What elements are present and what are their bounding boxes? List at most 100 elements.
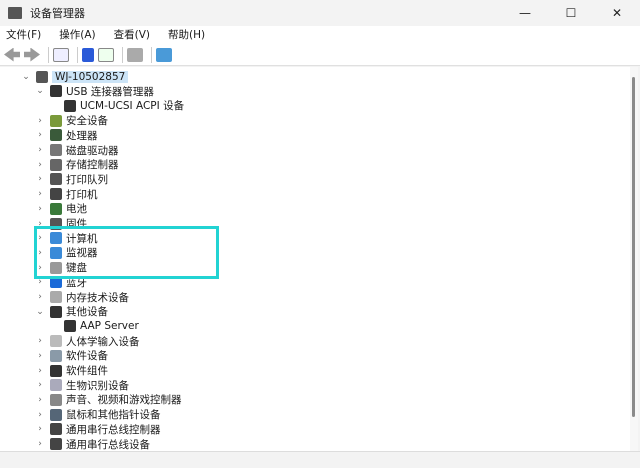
expand-chevron-icon[interactable]: › [34,366,46,376]
tree-item[interactable]: › 鼠标和其他指针设备 [34,407,161,422]
device-manager-icon [8,7,22,19]
scrollbar-thumb[interactable] [632,77,635,417]
separator [77,46,78,63]
expand-chevron-icon[interactable]: › [34,292,46,302]
tree-item-label: 计算机 [66,232,98,245]
minimize-button[interactable]: — [502,0,548,26]
tree-item[interactable]: › 处理器 [34,128,98,143]
device-icon [64,320,76,333]
tree-item[interactable]: › 存储控制器 [34,157,119,172]
device-icon [50,144,62,156]
device-icon [50,261,62,274]
device-icon [50,129,62,142]
tree-item[interactable]: › 电池 [34,201,87,216]
device-icon [50,349,62,362]
expand-chevron-icon[interactable]: › [34,395,46,405]
update-driver-icon[interactable] [127,47,143,62]
tree-item[interactable]: ⌄ WJ-10502857 [20,69,129,84]
expand-chevron-icon[interactable]: › [34,160,46,170]
menu-view[interactable]: 查看(V) [108,26,156,44]
tree-item[interactable]: › 通用串行总线控制器 [34,422,161,437]
tree-item-label: AAP Server [80,320,139,333]
expand-chevron-icon[interactable]: › [34,219,46,229]
tree-item-label: 处理器 [66,129,98,142]
device-icon [50,232,62,245]
tree-item-label: 打印队列 [66,173,108,186]
expand-chevron-icon[interactable]: › [34,263,46,273]
tree-item[interactable]: › 生物识别设备 [34,378,129,393]
expand-chevron-icon[interactable]: ⌄ [34,307,46,317]
action-pane-icon[interactable] [98,47,114,62]
help-icon[interactable] [82,47,94,62]
scan-hardware-icon[interactable] [156,47,172,62]
device-icon [50,305,62,318]
title-bar: 设备管理器 — ☐ ✕ [0,0,640,26]
toolbar [0,44,640,66]
menu-action[interactable]: 操作(A) [53,26,101,44]
tree-item-label: 电池 [66,203,87,216]
device-icon [50,291,62,303]
close-button[interactable]: ✕ [594,0,640,26]
expand-chevron-icon[interactable]: › [34,116,46,126]
expand-chevron-icon[interactable]: ⌄ [34,86,46,96]
device-tree: ⌄ WJ-10502857 ⌄ USB 连接器管理器 UCM-UCSI ACPI 设备 ›… [0,67,630,451]
tree-item[interactable]: › 人体学输入设备 [34,334,140,349]
tree-item[interactable]: › 声音、视频和游戏控制器 [34,392,182,407]
maximize-button[interactable]: ☐ [548,0,594,26]
expand-chevron-icon[interactable]: › [34,248,46,258]
expand-chevron-icon[interactable]: › [34,130,46,140]
window-title: 设备管理器 [30,7,85,20]
expand-chevron-icon[interactable]: › [34,424,46,434]
tree-item[interactable]: ⌄ 其他设备 [34,304,108,319]
expand-chevron-icon[interactable]: › [34,204,46,214]
separator [122,46,123,63]
expand-chevron-icon[interactable]: ⌄ [20,72,32,82]
device-icon [50,335,62,348]
expand-chevron-icon[interactable]: › [34,233,46,243]
device-icon [50,188,62,201]
device-icon [50,217,62,230]
tree-item[interactable]: ⌄ USB 连接器管理器 [34,84,154,99]
device-icon [64,99,76,112]
expand-chevron-icon[interactable]: › [34,277,46,287]
expand-chevron-icon[interactable]: › [34,336,46,346]
status-bar [0,451,640,468]
tree-item-label: 磁盘驱动器 [66,144,119,157]
tree-item[interactable]: › 蓝牙 [34,275,87,290]
tree-item[interactable]: › 通用串行总线设备 [34,437,150,452]
tree-item[interactable]: › 安全设备 [34,113,108,128]
tree-item[interactable]: AAP Server [48,319,139,334]
tree-item[interactable]: › 磁盘驱动器 [34,143,119,158]
menu-help[interactable]: 帮助(H) [162,26,211,44]
tree-item[interactable]: UCM-UCSI ACPI 设备 [48,98,184,113]
expand-chevron-icon[interactable]: › [34,174,46,184]
back-icon[interactable] [4,47,20,62]
vertical-scrollbar[interactable] [630,67,638,451]
expand-chevron-icon[interactable]: › [34,380,46,390]
tree-item[interactable]: › 固件 [34,216,87,231]
forward-icon[interactable] [24,47,40,62]
expand-chevron-icon[interactable]: › [34,189,46,199]
separator [48,46,49,63]
device-icon [50,393,62,406]
tree-item-label: 软件设备 [66,350,108,363]
tree-item[interactable]: › 软件设备 [34,348,108,363]
tree-item[interactable]: › 打印机 [34,187,98,202]
tree-item-label: 键盘 [66,262,87,275]
tree-item[interactable]: › 软件组件 [34,363,108,378]
expand-chevron-icon[interactable]: › [34,439,46,449]
tree-item-label: 人体学输入设备 [66,335,140,348]
tree-item[interactable]: › 监视器 [34,245,98,260]
menu-file[interactable]: 文件(F) [0,26,47,44]
tree-item[interactable]: › 键盘 [34,260,87,275]
device-icon [50,173,62,186]
expand-chevron-icon[interactable]: › [34,351,46,361]
tree-item[interactable]: › 打印队列 [34,172,108,187]
device-icon [50,276,62,289]
show-hide-console-tree-icon[interactable] [53,47,69,62]
tree-item[interactable]: › 内存技术设备 [34,290,129,305]
expand-chevron-icon[interactable]: › [34,410,46,420]
expand-chevron-icon[interactable]: › [34,145,46,155]
tree-item-label: WJ-10502857 [52,70,129,83]
tree-item[interactable]: › 计算机 [34,231,98,246]
